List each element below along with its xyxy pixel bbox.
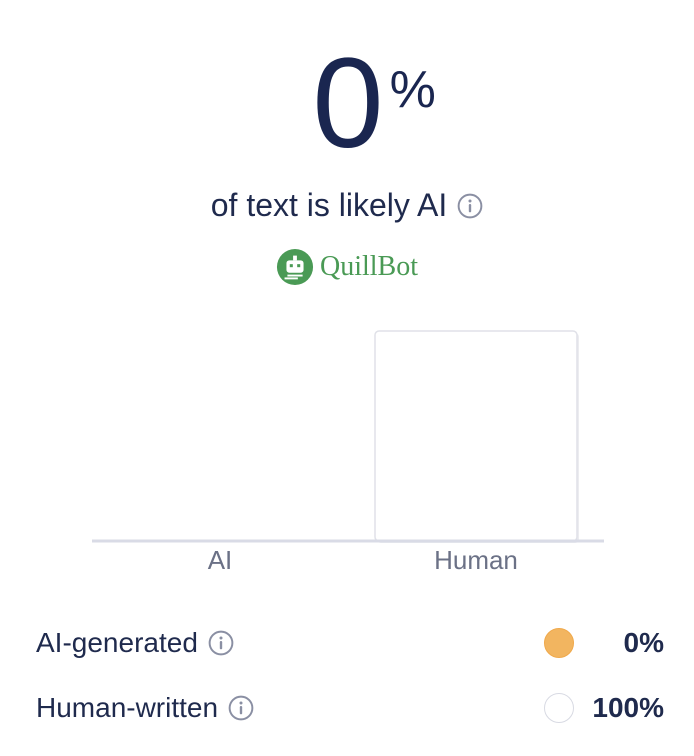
quillbot-logo-icon bbox=[276, 248, 314, 286]
legend-value-ai-generated: 0% bbox=[623, 627, 664, 658]
bar-human[interactable] bbox=[374, 330, 578, 542]
info-icon[interactable] bbox=[457, 193, 483, 219]
legend-value-human-written: 100% bbox=[592, 692, 664, 723]
info-icon[interactable] bbox=[208, 630, 234, 656]
tick-label-human: Human bbox=[434, 545, 518, 575]
legend-swatch-ai bbox=[544, 628, 574, 658]
legend-row-human-written: Human-written 100% bbox=[36, 688, 664, 728]
info-icon[interactable] bbox=[228, 695, 254, 721]
score-subtitle-text: of text is likely AI bbox=[210, 187, 448, 223]
ai-human-bar-chart: AI Human bbox=[92, 300, 604, 590]
ai-score-display: 0 % bbox=[312, 40, 435, 168]
legend-swatch-human bbox=[544, 693, 574, 723]
tick-label-ai: AI bbox=[207, 545, 233, 575]
ai-score-unit: % bbox=[389, 61, 436, 119]
ai-score: 0 % bbox=[0, 40, 694, 180]
bar-chart-svg bbox=[92, 330, 604, 543]
legend-label-human-written: Human-written bbox=[36, 692, 219, 723]
brand-name: QuillBot bbox=[319, 251, 418, 282]
brand: QuillBot bbox=[0, 248, 694, 291]
score-subtitle: of text is likely AI bbox=[0, 185, 694, 225]
legend-row-ai-generated: AI-generated 0% bbox=[36, 623, 664, 663]
legend-label-ai-generated: AI-generated bbox=[36, 627, 198, 658]
ai-score-value: 0 bbox=[312, 32, 383, 175]
